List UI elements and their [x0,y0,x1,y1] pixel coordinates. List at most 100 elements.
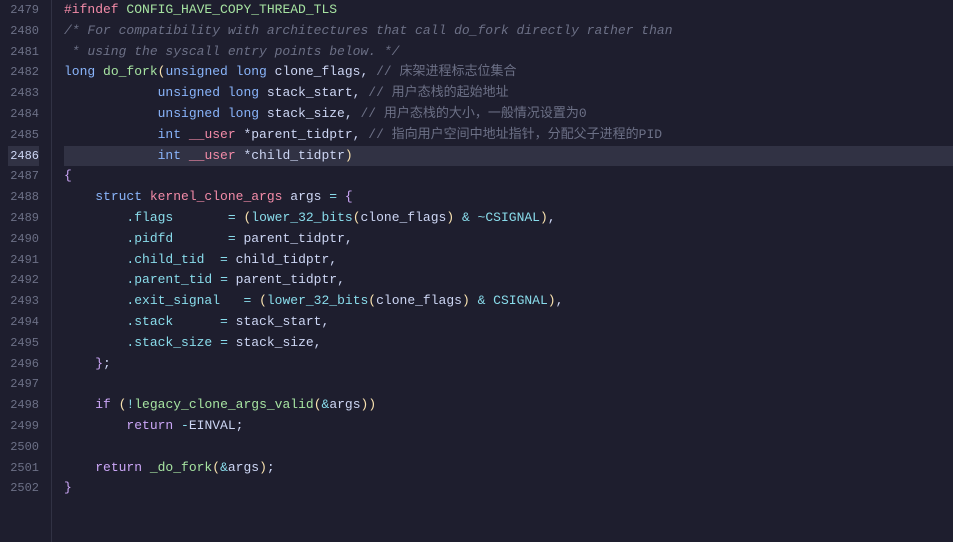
token-op: = [220,335,236,350]
token-paren: ( [368,293,376,308]
code-line: long do_fork(unsigned long clone_flags, … [64,62,953,83]
token-fn: lower_32_bits [267,293,368,308]
token-comment-cn: // 指向用户空间中地址指针，分配父子进程的PID [368,127,662,142]
token-field: .parent_tid [126,272,212,287]
token-op: & [478,293,494,308]
token-paren: ) [462,293,470,308]
token-comment-cn: // 用户态栈的大小，一般情况设置为0 [360,106,586,121]
code-line: .flags = (lower_32_bits(clone_flags) & ~… [64,208,953,229]
code-line: .exit_signal = (lower_32_bits(clone_flag… [64,291,953,312]
token-var [220,293,243,308]
code-line [64,437,953,458]
token-fn2: legacy_clone_args_valid [134,397,313,412]
code-line: { [64,166,953,187]
token-paren: ) [259,460,267,475]
line-number: 2481 [8,42,39,63]
token-var: child_tidptr, [236,252,337,267]
token-kw2: return [95,460,150,475]
token-bracket: { [345,189,353,204]
token-fn2: do_fork [103,64,158,79]
token-preproc: #ifndef [64,2,126,17]
token-var [64,148,158,163]
token-var [454,210,462,225]
token-paren: ( [212,460,220,475]
code-editor: 2479248024812482248324842485248624872488… [0,0,953,542]
token-field: .child_tid [126,252,204,267]
token-var [64,210,126,225]
token-var: , [353,85,369,100]
token-field: .flags [126,210,173,225]
token-op: - [181,418,189,433]
token-paren: ( [353,210,361,225]
token-user-kw: __user [189,148,244,163]
line-number: 2489 [8,208,39,229]
token-comment: /* For compatibility with architectures … [64,23,673,38]
token-var [173,210,228,225]
token-kw2: return [126,418,181,433]
token-var [173,314,220,329]
code-line: int __user *parent_tidptr, // 指向用户空间中地址指… [64,125,953,146]
token-field: .stack [126,314,173,329]
token-bracket: } [64,480,72,495]
token-op: = [220,252,236,267]
line-number: 2483 [8,83,39,104]
token-var: stack_size [267,106,345,121]
token-kw: unsigned long [158,85,267,100]
token-var: clone_flags [376,293,462,308]
token-var: , [353,127,369,142]
token-var [212,335,220,350]
line-number: 2496 [8,354,39,375]
token-var [64,460,95,475]
line-number: 2488 [8,187,39,208]
line-number: 2502 [8,478,39,499]
code-line: return _do_fork(&args); [64,458,953,479]
token-bracket: } [95,356,103,371]
token-var: *child_tidptr [243,148,344,163]
token-var: clone_flags [275,64,361,79]
token-var: parent_tidptr, [243,231,352,246]
code-line: .parent_tid = parent_tidptr, [64,270,953,291]
token-var: clone_flags [361,210,447,225]
token-var: stack_size, [236,335,322,350]
token-var: ; [103,356,111,371]
token-paren: ) [540,210,548,225]
token-preproc-val: CONFIG_HAVE_COPY_THREAD_TLS [126,2,337,17]
code-line: unsigned long stack_start, // 用户态栈的起始地址 [64,83,953,104]
line-number: 2492 [8,270,39,291]
line-number: 2479 [8,0,39,21]
code-line: unsigned long stack_size, // 用户态栈的大小，一般情… [64,104,953,125]
line-number: 2497 [8,374,39,395]
line-number: 2482 [8,62,39,83]
code-line: if (!legacy_clone_args_valid(&args)) [64,395,953,416]
line-number: 2493 [8,291,39,312]
line-number: 2487 [8,166,39,187]
token-paren: )) [361,397,377,412]
token-kw: int [158,148,189,163]
token-field: .pidfd [126,231,173,246]
token-kw: int [158,127,189,142]
token-op: & ~ [462,210,485,225]
token-var: , [360,64,376,79]
token-user-kw: __user [189,127,244,142]
token-var [64,335,126,350]
token-csig: CSIGNAL [485,210,540,225]
token-var [173,231,228,246]
token-kw: unsigned long [165,64,274,79]
token-var: , [548,210,556,225]
line-number: 2498 [8,395,39,416]
token-op: = [329,189,345,204]
line-number: 2491 [8,250,39,271]
token-kw: struct [95,189,150,204]
token-paren: ( [314,397,322,412]
token-var [64,272,126,287]
line-number: 2495 [8,333,39,354]
token-var [64,356,95,371]
token-var: args [329,397,360,412]
line-number: 2494 [8,312,39,333]
token-var [64,252,126,267]
token-paren: ) [548,293,556,308]
token-comment-cn: // 床架进程标志位集合 [376,64,516,79]
code-content: #ifndef CONFIG_HAVE_COPY_THREAD_TLS /* Fo… [52,0,953,542]
code-line: /* For compatibility with architectures … [64,21,953,42]
token-op: = [220,272,236,287]
